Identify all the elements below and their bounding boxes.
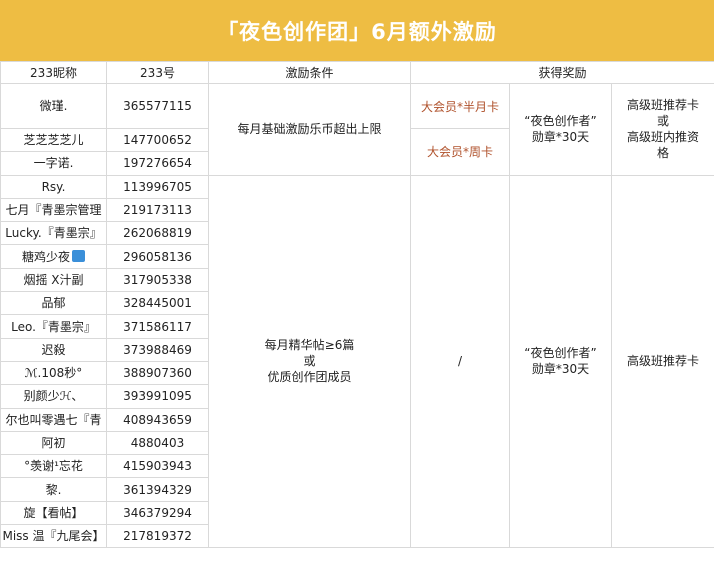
condition-cell-1: 每月基础激励乐币超出上限 bbox=[208, 83, 411, 176]
condition-line: 优质创作团成员 bbox=[267, 370, 352, 385]
nickname-cell: 一字诺. bbox=[0, 151, 107, 176]
header-row: 233昵称 233号 激励条件 获得奖励 bbox=[0, 61, 714, 84]
uid-cell: 388907360 bbox=[106, 360, 209, 386]
table-row: Rsy. 113996705 每月精华帖≥6篇 或 优质创作团成员 / “夜色创… bbox=[0, 174, 714, 549]
header-reward: 获得奖励 bbox=[409, 61, 714, 84]
uid-cell: 262068819 bbox=[106, 221, 209, 246]
uid-cell: 415903943 bbox=[106, 454, 209, 479]
nickname-cell: 别颜少ℋ、 bbox=[0, 384, 107, 409]
medal-reward-line: 勋章*30天 bbox=[531, 362, 590, 377]
nickname-cell: 烟摇 X汁副 bbox=[0, 267, 107, 293]
uid-cell: 197276654 bbox=[106, 151, 209, 176]
nickname-cell: 七月『青墨宗管理 bbox=[0, 197, 107, 223]
header-uid: 233号 bbox=[106, 61, 209, 84]
nickname-cell: 迟殺 bbox=[0, 337, 107, 362]
nickname-cell: 品郁 bbox=[0, 291, 107, 316]
uid-cell: 147700652 bbox=[106, 127, 209, 153]
nickname-text: 糖鸡少夜 bbox=[21, 249, 70, 264]
medal-reward-cell-1: “夜色创作者” 勋章*30天 bbox=[509, 83, 612, 176]
reward-week-card: 大会员*周卡 bbox=[410, 128, 510, 176]
ice-cube-icon bbox=[72, 249, 85, 262]
nickname-cell: 糖鸡少夜 bbox=[0, 244, 107, 269]
uid-cell: 361394329 bbox=[106, 477, 209, 502]
class-reward-line: 高级班推荐卡 bbox=[627, 98, 700, 113]
sheet-title: 「夜色创作团」6月额外激励 bbox=[0, 0, 714, 61]
medal-reward-line: “夜色创作者” bbox=[524, 114, 597, 129]
uid-cell: 4880403 bbox=[106, 430, 209, 456]
nickname-cell: Rsy. bbox=[0, 174, 107, 199]
medal-reward-line: “夜色创作者” bbox=[524, 346, 597, 361]
nickname-cell: 阿初 bbox=[0, 430, 107, 456]
uid-cell: 328445001 bbox=[106, 291, 209, 316]
uid-cell: 365577115 bbox=[106, 83, 209, 129]
nickname-cell: °羡谢¹忘花 bbox=[0, 454, 107, 479]
uid-cell: 217819372 bbox=[106, 524, 209, 549]
reward-table: 233昵称 233号 激励条件 获得奖励 微瑾. 365577115 每月基础激… bbox=[0, 61, 714, 549]
condition-text: 每月基础激励乐币超出上限 bbox=[237, 122, 382, 137]
uid-cell: 346379294 bbox=[106, 500, 209, 526]
nickname-cell: Lucky.『青墨宗』 bbox=[0, 221, 107, 246]
nickname-cell: Miss 温『九尾会】 bbox=[0, 524, 107, 549]
uid-cell: 393991095 bbox=[106, 384, 209, 409]
nickname-cell: 旋【看帖】 bbox=[0, 500, 107, 526]
condition-cell-2: 每月精华帖≥6篇 或 优质创作团成员 bbox=[208, 174, 411, 549]
uid-cell: 373988469 bbox=[106, 337, 209, 362]
nickname-cell: ℳ.108秒° bbox=[0, 360, 107, 386]
nickname-cell: 芝芝芝芝儿 bbox=[0, 127, 107, 153]
reward-none-cell: / bbox=[410, 174, 510, 549]
uid-cell: 113996705 bbox=[106, 174, 209, 199]
class-reward-line: 格 bbox=[657, 146, 670, 161]
condition-line: 或 bbox=[303, 354, 316, 369]
table-row: 微瑾. 365577115 每月基础激励乐币超出上限 大会员*半月卡 “夜色创作… bbox=[0, 83, 714, 176]
class-reward-line: 高级班内推资 bbox=[627, 130, 700, 145]
condition-line: 每月精华帖≥6篇 bbox=[264, 338, 355, 353]
uid-cell: 317905338 bbox=[106, 267, 209, 293]
spreadsheet: 「夜色创作团」6月额外激励 233昵称 233号 激励条件 获得奖励 微瑾. 3… bbox=[0, 0, 714, 572]
medal-reward-cell-2: “夜色创作者” 勋章*30天 bbox=[509, 174, 612, 549]
uid-cell: 408943659 bbox=[106, 407, 209, 432]
nickname-cell: 尔也叫零遇七『青 bbox=[0, 407, 107, 432]
uid-cell: 296058136 bbox=[106, 244, 209, 269]
header-nickname: 233昵称 bbox=[0, 61, 107, 84]
header-condition: 激励条件 bbox=[208, 61, 411, 84]
class-reward-cell-1: 高级班推荐卡 或 高级班内推资 格 bbox=[610, 83, 714, 176]
medal-reward-line: 勋章*30天 bbox=[531, 130, 590, 145]
uid-cell: 371586117 bbox=[106, 314, 209, 339]
nickname-cell: Leo.『青墨宗』 bbox=[0, 314, 107, 339]
nickname-cell: 微瑾. bbox=[0, 83, 107, 129]
nickname-cell: 黎. bbox=[0, 477, 107, 502]
uid-cell: 219173113 bbox=[106, 197, 209, 223]
reward-half-month-card: 大会员*半月卡 bbox=[410, 83, 510, 129]
class-reward-cell-2: 高级班推荐卡 bbox=[610, 174, 714, 549]
class-reward-line: 或 bbox=[657, 114, 670, 129]
